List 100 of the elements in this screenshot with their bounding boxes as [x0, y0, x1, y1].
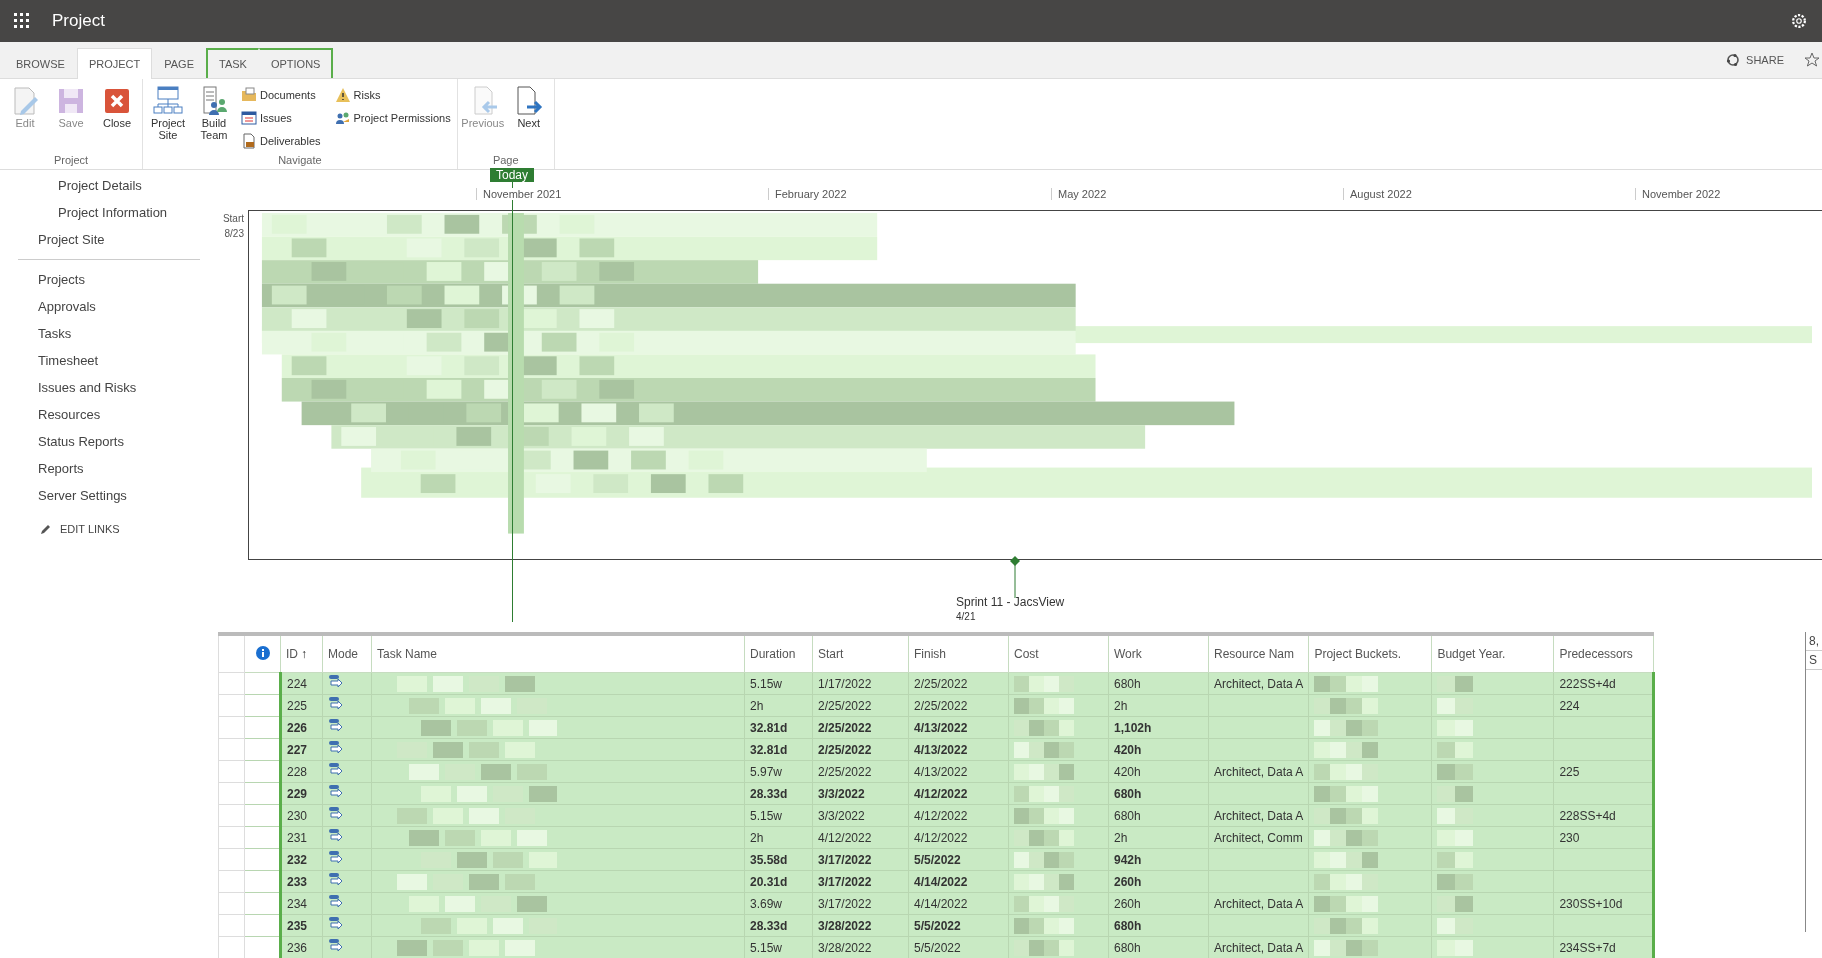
- ribbon-group-label: Navigate: [277, 154, 323, 168]
- ribbon-button[interactable]: Close: [96, 83, 138, 154]
- column-header[interactable]: Work: [1108, 634, 1209, 673]
- nav-link[interactable]: Status Reports: [0, 428, 218, 455]
- task-mode-icon: [328, 697, 344, 711]
- sitemap-icon: [152, 85, 184, 117]
- warning-icon: [334, 86, 351, 103]
- task-mode-icon: [328, 939, 344, 953]
- ribbon-tab[interactable]: OPTIONS: [258, 48, 334, 78]
- month-label: May 2022: [1051, 188, 1107, 200]
- table-cell: Architect, Comm: [1214, 830, 1304, 845]
- blurred-text-drawing: [1014, 763, 1076, 780]
- table-cell: 225: [1559, 764, 1580, 779]
- ribbon-button[interactable]: Issues: [239, 106, 323, 129]
- task-mode-icon: [328, 895, 344, 909]
- table-cell: Architect, Data A: [1214, 676, 1304, 691]
- edit-links-link[interactable]: EDIT LINKS: [0, 523, 218, 535]
- column-header[interactable]: Mode: [322, 634, 372, 673]
- settings-icon[interactable]: [1790, 12, 1808, 30]
- blurred-text-drawing: [1014, 807, 1076, 824]
- follow-star-icon[interactable]: [1804, 52, 1820, 68]
- task-mode-icon: [328, 873, 344, 887]
- today-marker: Today: [490, 168, 535, 182]
- nav-link[interactable]: Approvals: [0, 293, 218, 320]
- column-header[interactable]: Budget Year.: [1431, 634, 1554, 673]
- nav-link[interactable]: Server Settings: [0, 482, 218, 509]
- site-title[interactable]: Project: [52, 11, 105, 31]
- column-header[interactable]: Predecessors: [1553, 634, 1654, 673]
- ribbon-group-label: Page: [491, 154, 520, 168]
- task-mode-icon: [328, 741, 344, 755]
- ribbon-button[interactable]: Next: [507, 83, 550, 154]
- column-header[interactable]: Start: [812, 634, 909, 673]
- blurred-text-drawing: [1014, 851, 1076, 868]
- blurred-text-drawing: [1014, 917, 1076, 934]
- share-button[interactable]: SHARE: [1720, 52, 1790, 68]
- task-mode-icon: [328, 917, 344, 931]
- pencil-icon: [40, 523, 52, 535]
- table-cell: Architect, Data A: [1214, 896, 1304, 911]
- task-mode-icon: [328, 785, 344, 799]
- ribbon-group-label: Project: [52, 154, 90, 168]
- ribbon-button[interactable]: Project Permissions: [332, 106, 453, 129]
- ribbon-tab[interactable]: PROJECT: [76, 48, 153, 79]
- ribbon-button[interactable]: Deliverables: [239, 129, 323, 152]
- column-header[interactable]: Project Buckets.: [1308, 634, 1432, 673]
- nav-link[interactable]: Project Site: [0, 226, 218, 253]
- table-cell: Architect, Data A: [1214, 808, 1304, 823]
- app-launcher-icon[interactable]: [14, 13, 30, 29]
- column-header[interactable]: Cost: [1008, 634, 1109, 673]
- nav-link[interactable]: Issues and Risks: [0, 374, 218, 401]
- ribbon-tab[interactable]: PAGE: [152, 48, 206, 78]
- share-icon: [1726, 53, 1741, 67]
- nav-link[interactable]: Resources: [0, 401, 218, 428]
- list-icon: [241, 109, 257, 126]
- month-label: February 2022: [768, 188, 847, 200]
- folder-icon: [241, 86, 257, 103]
- nav-link[interactable]: Tasks: [0, 320, 218, 347]
- column-header[interactable]: Task Name: [371, 634, 745, 673]
- task-mode-icon: [328, 763, 344, 777]
- blurred-text-drawing: [1014, 719, 1076, 736]
- task-mode-icon: [328, 851, 344, 865]
- nav-link[interactable]: Project Details: [0, 172, 218, 199]
- nav-link[interactable]: Project Information: [0, 199, 218, 226]
- blurred-text-drawing: [1014, 895, 1076, 912]
- table-cell: S: [1806, 651, 1822, 670]
- table-cell: 230SS+10d: [1559, 896, 1623, 911]
- milestone-marker: [1010, 556, 1020, 598]
- table-cell: 8,: [1806, 632, 1822, 651]
- column-header[interactable]: Resource Nam: [1208, 634, 1309, 673]
- blurred-text-drawing: [1014, 785, 1076, 802]
- sort-indicator: ↑: [301, 647, 307, 661]
- ribbon-button[interactable]: Documents: [239, 83, 323, 106]
- info-icon: [255, 645, 270, 660]
- nav-link[interactable]: Timesheet: [0, 347, 218, 374]
- start-date: 8/23: [224, 228, 244, 239]
- blurred-text-drawing: [1014, 829, 1076, 846]
- table-cell: 230: [1559, 830, 1580, 845]
- task-mode-icon: [328, 829, 344, 843]
- document-icon: [241, 132, 257, 149]
- month-label: November 2022: [1635, 188, 1721, 200]
- column-header[interactable]: Duration: [744, 634, 813, 673]
- ribbon-tab[interactable]: TASK: [206, 48, 259, 78]
- ribbon-tab[interactable]: BROWSE: [4, 48, 77, 78]
- column-header[interactable]: Finish: [908, 634, 1009, 673]
- nav-link[interactable]: Projects: [0, 266, 218, 293]
- ribbon-button[interactable]: Project Site: [147, 83, 189, 154]
- task-mode-icon: [328, 719, 344, 733]
- blurred-text-drawing: [1014, 697, 1076, 714]
- column-header[interactable]: ID ↑: [280, 634, 323, 673]
- ribbon-button[interactable]: Build Team: [193, 83, 235, 154]
- table-cell: 234SS+7d: [1559, 940, 1616, 955]
- start-label: Start: [222, 213, 244, 224]
- table-cell: 228SS+4d: [1559, 808, 1616, 823]
- task-mode-icon: [328, 675, 344, 689]
- blurred-text-drawing: [1014, 873, 1076, 890]
- ribbon-button[interactable]: Risks: [332, 83, 453, 106]
- nav-link[interactable]: Reports: [0, 455, 218, 482]
- month-label: August 2022: [1343, 188, 1412, 200]
- blurred-text-drawing: [1014, 741, 1076, 758]
- table-cell: 224: [1559, 698, 1580, 713]
- blurred-text-drawing: [1014, 675, 1076, 692]
